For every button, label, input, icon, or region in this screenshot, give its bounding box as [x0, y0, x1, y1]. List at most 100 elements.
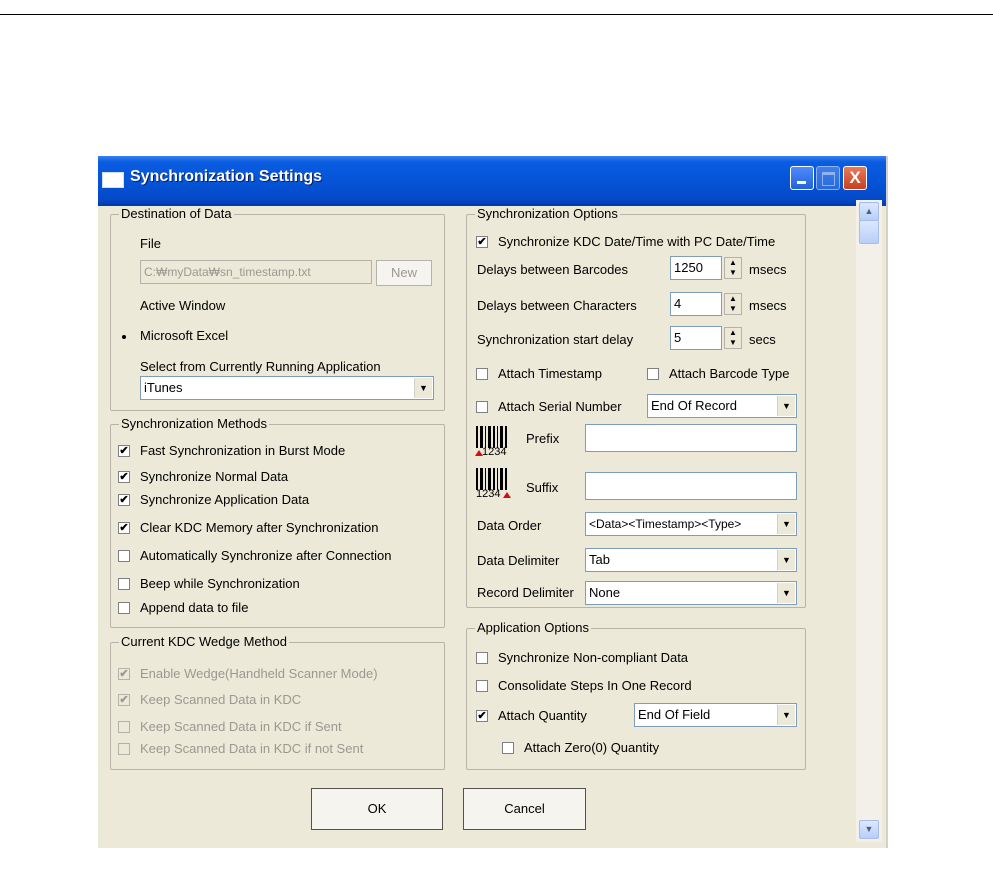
checkmark-icon: ✔ [118, 668, 130, 680]
checkmark-icon: ✔ [118, 445, 130, 457]
suffix-label: Suffix [526, 480, 559, 495]
delays-barcodes-input[interactable]: 1250 [670, 256, 722, 280]
start-delay-spinner[interactable]: ▲ ▼ [724, 327, 742, 349]
checkmark-icon: ✔ [118, 694, 130, 706]
prefix-input[interactable] [585, 424, 797, 452]
synchronization-settings-dialog: Synchronization Settings X Destination o… [98, 156, 888, 848]
delays-chars-input[interactable]: 4 [670, 292, 722, 316]
microsoft-excel-label: Microsoft Excel [140, 328, 229, 343]
delays-chars-spinner[interactable]: ▲ ▼ [724, 293, 742, 315]
red-arrow-icon [503, 492, 511, 498]
checkbox-icon [118, 578, 130, 590]
data-delimiter-label: Data Delimiter [477, 553, 560, 568]
chevron-down-icon: ▼ [777, 550, 795, 570]
ok-button[interactable]: OK [311, 788, 443, 830]
checkbox-icon [476, 368, 488, 380]
spin-up-icon: ▲ [729, 328, 737, 337]
checkbox-icon [647, 368, 659, 380]
attach-barcode-type-label: Attach Barcode Type [669, 366, 790, 381]
spin-up-icon: ▲ [729, 258, 737, 267]
checkmark-icon: ✔ [118, 522, 130, 534]
sync-methods-legend: Synchronization Methods [119, 416, 269, 431]
delays-chars-unit: msecs [749, 298, 787, 313]
scroll-up-icon[interactable]: ▲ [859, 202, 879, 221]
suffix-code-number: 1234 [476, 488, 501, 500]
sync-method-label: Append data to file [140, 600, 249, 615]
data-order-select[interactable]: <Data><Timestamp><Type> ▼ [585, 512, 797, 536]
file-path-field: C:₩myData₩sn_timestamp.txt [140, 260, 372, 284]
sync-datetime-label: Synchronize KDC Date/Time with PC Date/T… [498, 234, 776, 249]
attach-serial-label: Attach Serial Number [498, 399, 622, 414]
prefix-label: Prefix [526, 431, 560, 446]
wedge-method-label: Keep Scanned Data in KDC [140, 692, 302, 707]
minimize-button[interactable] [790, 166, 814, 190]
record-delimiter-select[interactable]: None ▼ [585, 581, 797, 605]
wedge-method-label: Enable Wedge(Handheld Scanner Mode) [140, 666, 378, 681]
checkmark-icon: ✔ [476, 236, 488, 248]
page-top-rule [0, 14, 993, 15]
data-order-value: <Data><Timestamp><Type> [589, 517, 742, 531]
title-bar[interactable]: Synchronization Settings X [98, 156, 886, 206]
chevron-down-icon: ▼ [777, 705, 795, 725]
suffix-input[interactable] [585, 472, 797, 500]
barcode-suffix-icon: 1234 [476, 468, 511, 500]
maximize-button [816, 166, 840, 190]
sync-method-label: Clear KDC Memory after Synchronization [140, 520, 379, 535]
delays-barcodes-spinner[interactable]: ▲ ▼ [724, 257, 742, 279]
checkbox-icon [118, 743, 130, 755]
sync-method-label: Fast Synchronization in Burst Mode [140, 443, 346, 458]
data-delimiter-select[interactable]: Tab ▼ [585, 548, 797, 572]
spin-up-icon: ▲ [729, 294, 737, 303]
wedge-method-label: Keep Scanned Data in KDC if Sent [140, 719, 342, 734]
record-delimiter-label: Record Delimiter [477, 585, 574, 600]
running-application-select[interactable]: iTunes ▼ [140, 376, 434, 400]
vertical-scrollbar[interactable]: ▲ ▼ [856, 200, 882, 842]
checkmark-icon: ✔ [118, 471, 130, 483]
quantity-position-select[interactable]: End Of Field ▼ [634, 703, 797, 727]
data-order-label: Data Order [477, 518, 542, 533]
sync-method-label: Synchronize Application Data [140, 492, 310, 507]
close-button[interactable]: X [843, 166, 867, 190]
start-delay-input[interactable]: 5 [670, 326, 722, 350]
chevron-down-icon: ▼ [777, 396, 795, 416]
checkbox-icon [476, 401, 488, 413]
spin-down-icon: ▼ [729, 338, 737, 347]
chevron-down-icon: ▼ [414, 378, 432, 398]
serial-position-select[interactable]: End Of Record ▼ [647, 394, 797, 418]
checkbox-icon [502, 742, 514, 754]
wedge-method-legend: Current KDC Wedge Method [119, 634, 289, 649]
sync-method-label: Synchronize Normal Data [140, 469, 289, 484]
new-file-button: New [376, 260, 432, 286]
checkbox-icon [118, 721, 130, 733]
delays-barcodes-label: Delays between Barcodes [477, 262, 629, 277]
checkmark-icon: ✔ [118, 494, 130, 506]
red-arrow-icon [475, 450, 483, 456]
cancel-button[interactable]: Cancel [463, 788, 586, 830]
radio-icon [118, 301, 130, 313]
scroll-thumb[interactable] [859, 220, 879, 244]
radio-selected-icon [118, 331, 130, 343]
checkbox-icon [476, 680, 488, 692]
spin-down-icon: ▼ [729, 304, 737, 313]
window-app-icon [102, 172, 124, 188]
quantity-position-value: End Of Field [638, 707, 711, 722]
start-delay-unit: secs [749, 332, 776, 347]
wedge-method-label: Keep Scanned Data in KDC if not Sent [140, 741, 364, 756]
window-title: Synchronization Settings [130, 168, 323, 185]
running-application-label: Select from Currently Running Applicatio… [140, 359, 381, 374]
file-radio-label: File [140, 236, 161, 251]
consolidate-label: Consolidate Steps In One Record [498, 678, 692, 693]
scroll-down-icon[interactable]: ▼ [859, 820, 879, 839]
delays-chars-label: Delays between Characters [477, 298, 637, 313]
destination-legend: Destination of Data [119, 206, 234, 221]
data-delimiter-value: Tab [589, 552, 610, 567]
attach-quantity-label: Attach Quantity [498, 708, 587, 723]
record-delimiter-value: None [589, 585, 621, 600]
attach-zero-quantity-label: Attach Zero(0) Quantity [524, 740, 660, 755]
radio-icon [118, 239, 130, 251]
radio-icon [118, 362, 130, 374]
app-options-legend: Application Options [475, 620, 592, 635]
start-delay-label: Synchronization start delay [477, 332, 634, 347]
barcode-prefix-icon: 1234 [475, 426, 508, 458]
running-application-value: iTunes [144, 380, 183, 395]
